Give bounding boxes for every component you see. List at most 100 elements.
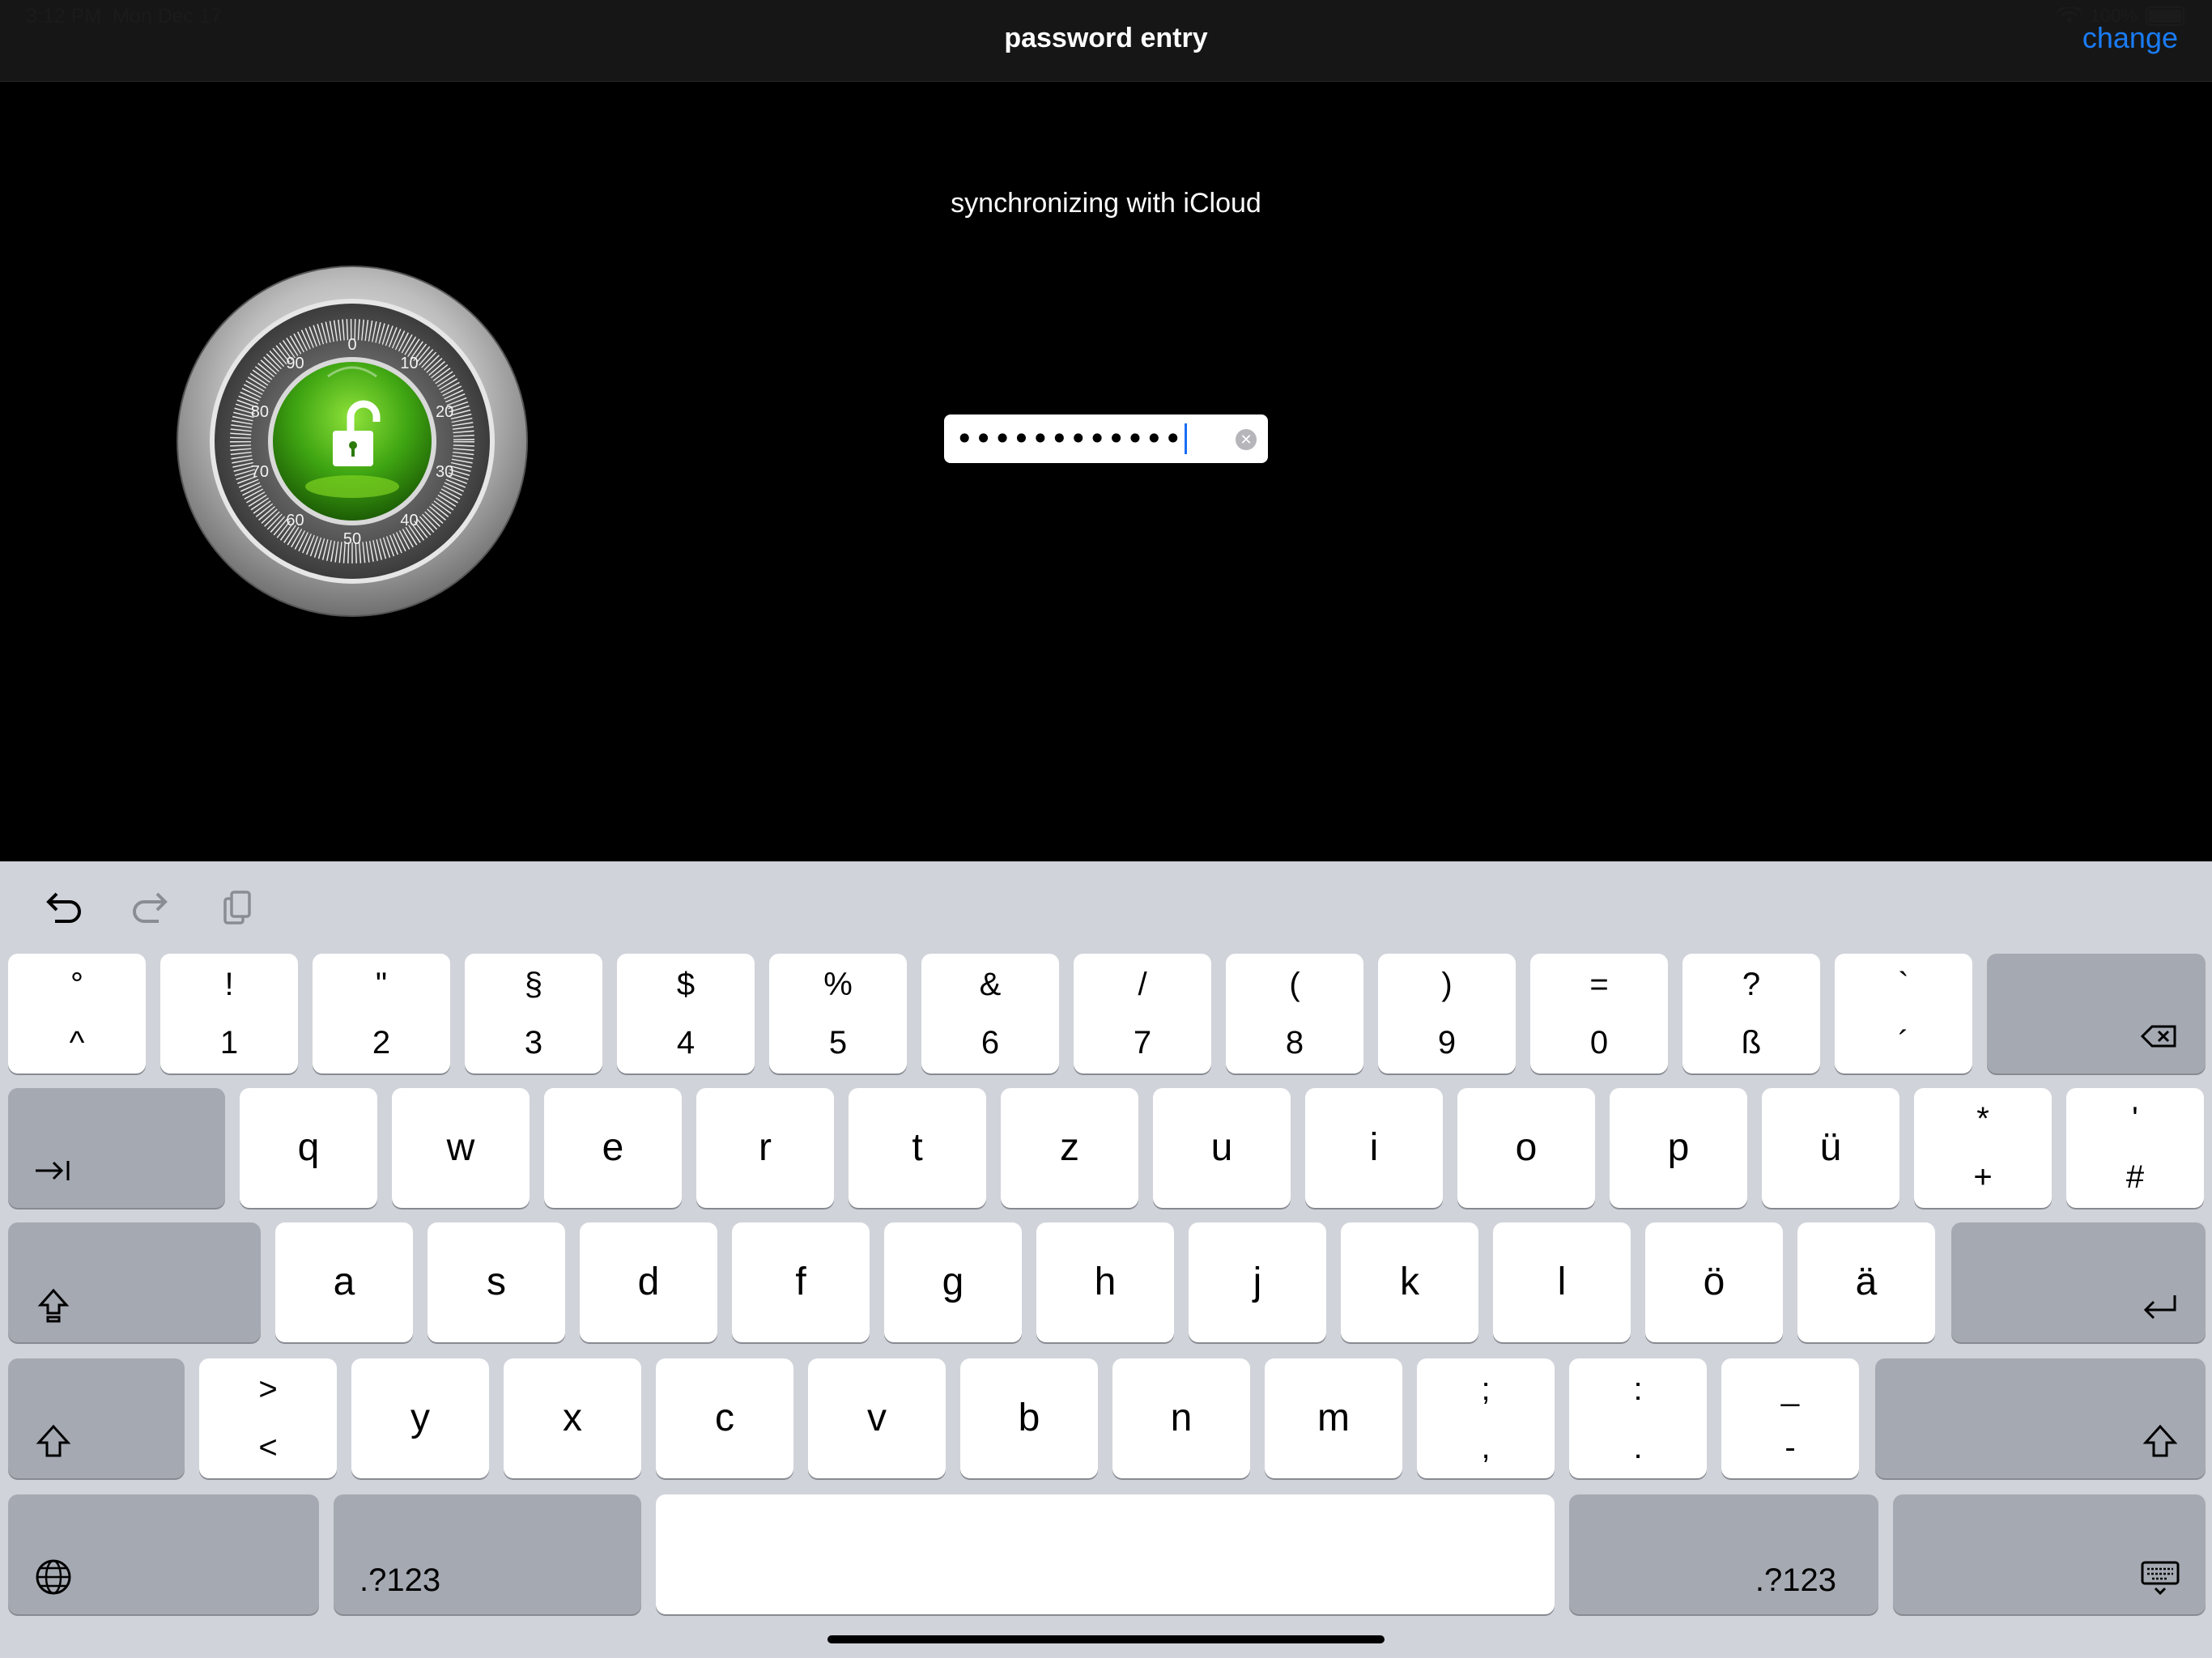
key--[interactable]: _ -: [1721, 1358, 1859, 1478]
key-b[interactable]: b: [960, 1358, 1098, 1478]
key-label: c: [715, 1397, 734, 1439]
key-s[interactable]: s: [428, 1222, 565, 1342]
key-f[interactable]: f: [732, 1222, 870, 1342]
onscreen-keyboard: ° ^! 1 " 2 § 3 $4% 5 & 6/7(8) 9 = 0? ß ` ´ q w e r t z u i o p ü * +…: [0, 861, 2212, 1658]
key-u[interactable]: u: [1153, 1088, 1291, 1208]
home-indicator: [827, 1635, 1385, 1643]
key-label: n: [1170, 1397, 1193, 1439]
key-shift-label: ': [2132, 1101, 2138, 1137]
battery-icon: [2146, 6, 2184, 26]
key-4[interactable]: $4: [617, 954, 755, 1073]
key-9[interactable]: ) 9: [1378, 954, 1516, 1073]
key-shift-label: $: [676, 967, 696, 1002]
key-ü[interactable]: ü: [1762, 1088, 1899, 1208]
key-label: m: [1317, 1397, 1350, 1439]
key-6[interactable]: & 6: [921, 954, 1059, 1073]
key-7[interactable]: /7: [1074, 954, 1211, 1073]
key-i[interactable]: i: [1305, 1088, 1443, 1208]
dial-number: 30: [436, 463, 453, 481]
return-key[interactable]: [1951, 1222, 2206, 1342]
key-label: v: [867, 1397, 887, 1439]
key-c[interactable]: c: [656, 1358, 793, 1478]
key-n[interactable]: n: [1112, 1358, 1250, 1478]
key-´[interactable]: ` ´: [1835, 954, 1972, 1073]
key-k[interactable]: k: [1341, 1222, 1478, 1342]
key-j[interactable]: j: [1189, 1222, 1326, 1342]
key-label: s: [487, 1261, 506, 1303]
key-e[interactable]: e: [544, 1088, 682, 1208]
key-ß[interactable]: ? ß: [1682, 954, 1820, 1073]
key-+[interactable]: * +: [1914, 1088, 2052, 1208]
key-.[interactable]: :.: [1569, 1358, 1707, 1478]
key-l[interactable]: l: [1493, 1222, 1631, 1342]
dial-number: 70: [251, 463, 269, 481]
key-label: ^: [69, 1025, 85, 1061]
key-g[interactable]: g: [884, 1222, 1022, 1342]
key-0[interactable]: = 0: [1530, 954, 1668, 1073]
key-<[interactable]: > <: [199, 1358, 337, 1478]
shift-key-right[interactable]: [1875, 1358, 2206, 1478]
key-a[interactable]: a: [275, 1222, 413, 1342]
key-label: g: [942, 1261, 964, 1303]
globe-icon: [36, 1559, 71, 1595]
key-label: 1: [219, 1025, 239, 1061]
clear-text-icon[interactable]: ✕: [1236, 429, 1257, 450]
key-h[interactable]: h: [1036, 1222, 1174, 1342]
key-^[interactable]: ° ^: [8, 954, 146, 1073]
key-label: 5: [828, 1025, 848, 1061]
delete-key[interactable]: [1987, 954, 2206, 1073]
key-y[interactable]: y: [351, 1358, 489, 1478]
key-q[interactable]: q: [240, 1088, 377, 1208]
key-label: 2: [372, 1025, 391, 1061]
dial-number: 90: [286, 355, 304, 372]
key-label: ß: [1741, 1025, 1762, 1061]
key-x[interactable]: x: [504, 1358, 641, 1478]
key-r[interactable]: r: [696, 1088, 834, 1208]
key-5[interactable]: % 5: [769, 954, 907, 1073]
dial-number: 20: [436, 403, 453, 421]
key-ö[interactable]: ö: [1645, 1222, 1783, 1342]
battery-percent: 100%: [2090, 5, 2138, 26]
space-bar[interactable]: [656, 1494, 1555, 1614]
key-shift-label: ): [1441, 967, 1453, 1002]
dismiss-keyboard-key[interactable]: [1893, 1494, 2206, 1614]
key-,[interactable]: ;,: [1417, 1358, 1555, 1478]
key-v[interactable]: v: [808, 1358, 946, 1478]
redo-icon[interactable]: [126, 884, 175, 933]
key-shift-label: ?: [1742, 967, 1761, 1002]
key-w[interactable]: w: [392, 1088, 530, 1208]
key-label: 9: [1437, 1025, 1457, 1061]
dial-number: 50: [343, 530, 361, 548]
key-3[interactable]: § 3: [465, 954, 602, 1073]
key-1[interactable]: ! 1: [160, 954, 298, 1073]
globe-key[interactable]: [8, 1494, 319, 1614]
key-shift-label: *: [1976, 1101, 1989, 1137]
key-label: k: [1400, 1261, 1419, 1303]
key-8[interactable]: (8: [1226, 954, 1363, 1073]
tab-key[interactable]: [8, 1088, 225, 1208]
key-p[interactable]: p: [1610, 1088, 1747, 1208]
key-#[interactable]: ' #: [2066, 1088, 2204, 1208]
key-label: ,: [1481, 1430, 1491, 1465]
key-shift-label: /: [1138, 967, 1147, 1002]
shift-key-left[interactable]: [8, 1358, 185, 1478]
clipboard-icon[interactable]: [212, 884, 261, 933]
key-label: b: [1018, 1397, 1040, 1439]
key-shift-label: &: [979, 967, 1002, 1002]
key-label: r: [759, 1126, 772, 1169]
caps-lock-key[interactable]: [8, 1222, 261, 1342]
key-m[interactable]: m: [1265, 1358, 1402, 1478]
key-o[interactable]: o: [1457, 1088, 1595, 1208]
key-d[interactable]: d: [580, 1222, 717, 1342]
key-z[interactable]: z: [1001, 1088, 1138, 1208]
password-input[interactable]: •••••••••••• ✕: [944, 414, 1268, 463]
key-2[interactable]: " 2: [313, 954, 450, 1073]
key-t[interactable]: t: [849, 1088, 986, 1208]
key-ä[interactable]: ä: [1797, 1222, 1935, 1342]
key-label: 8: [1285, 1025, 1304, 1061]
numbers-key-left[interactable]: .?123: [334, 1494, 641, 1614]
key-label: 3: [524, 1025, 543, 1061]
key-shift-label: !: [224, 967, 234, 1002]
numbers-key-right[interactable]: .?123: [1569, 1494, 1878, 1614]
undo-icon[interactable]: [39, 884, 87, 933]
